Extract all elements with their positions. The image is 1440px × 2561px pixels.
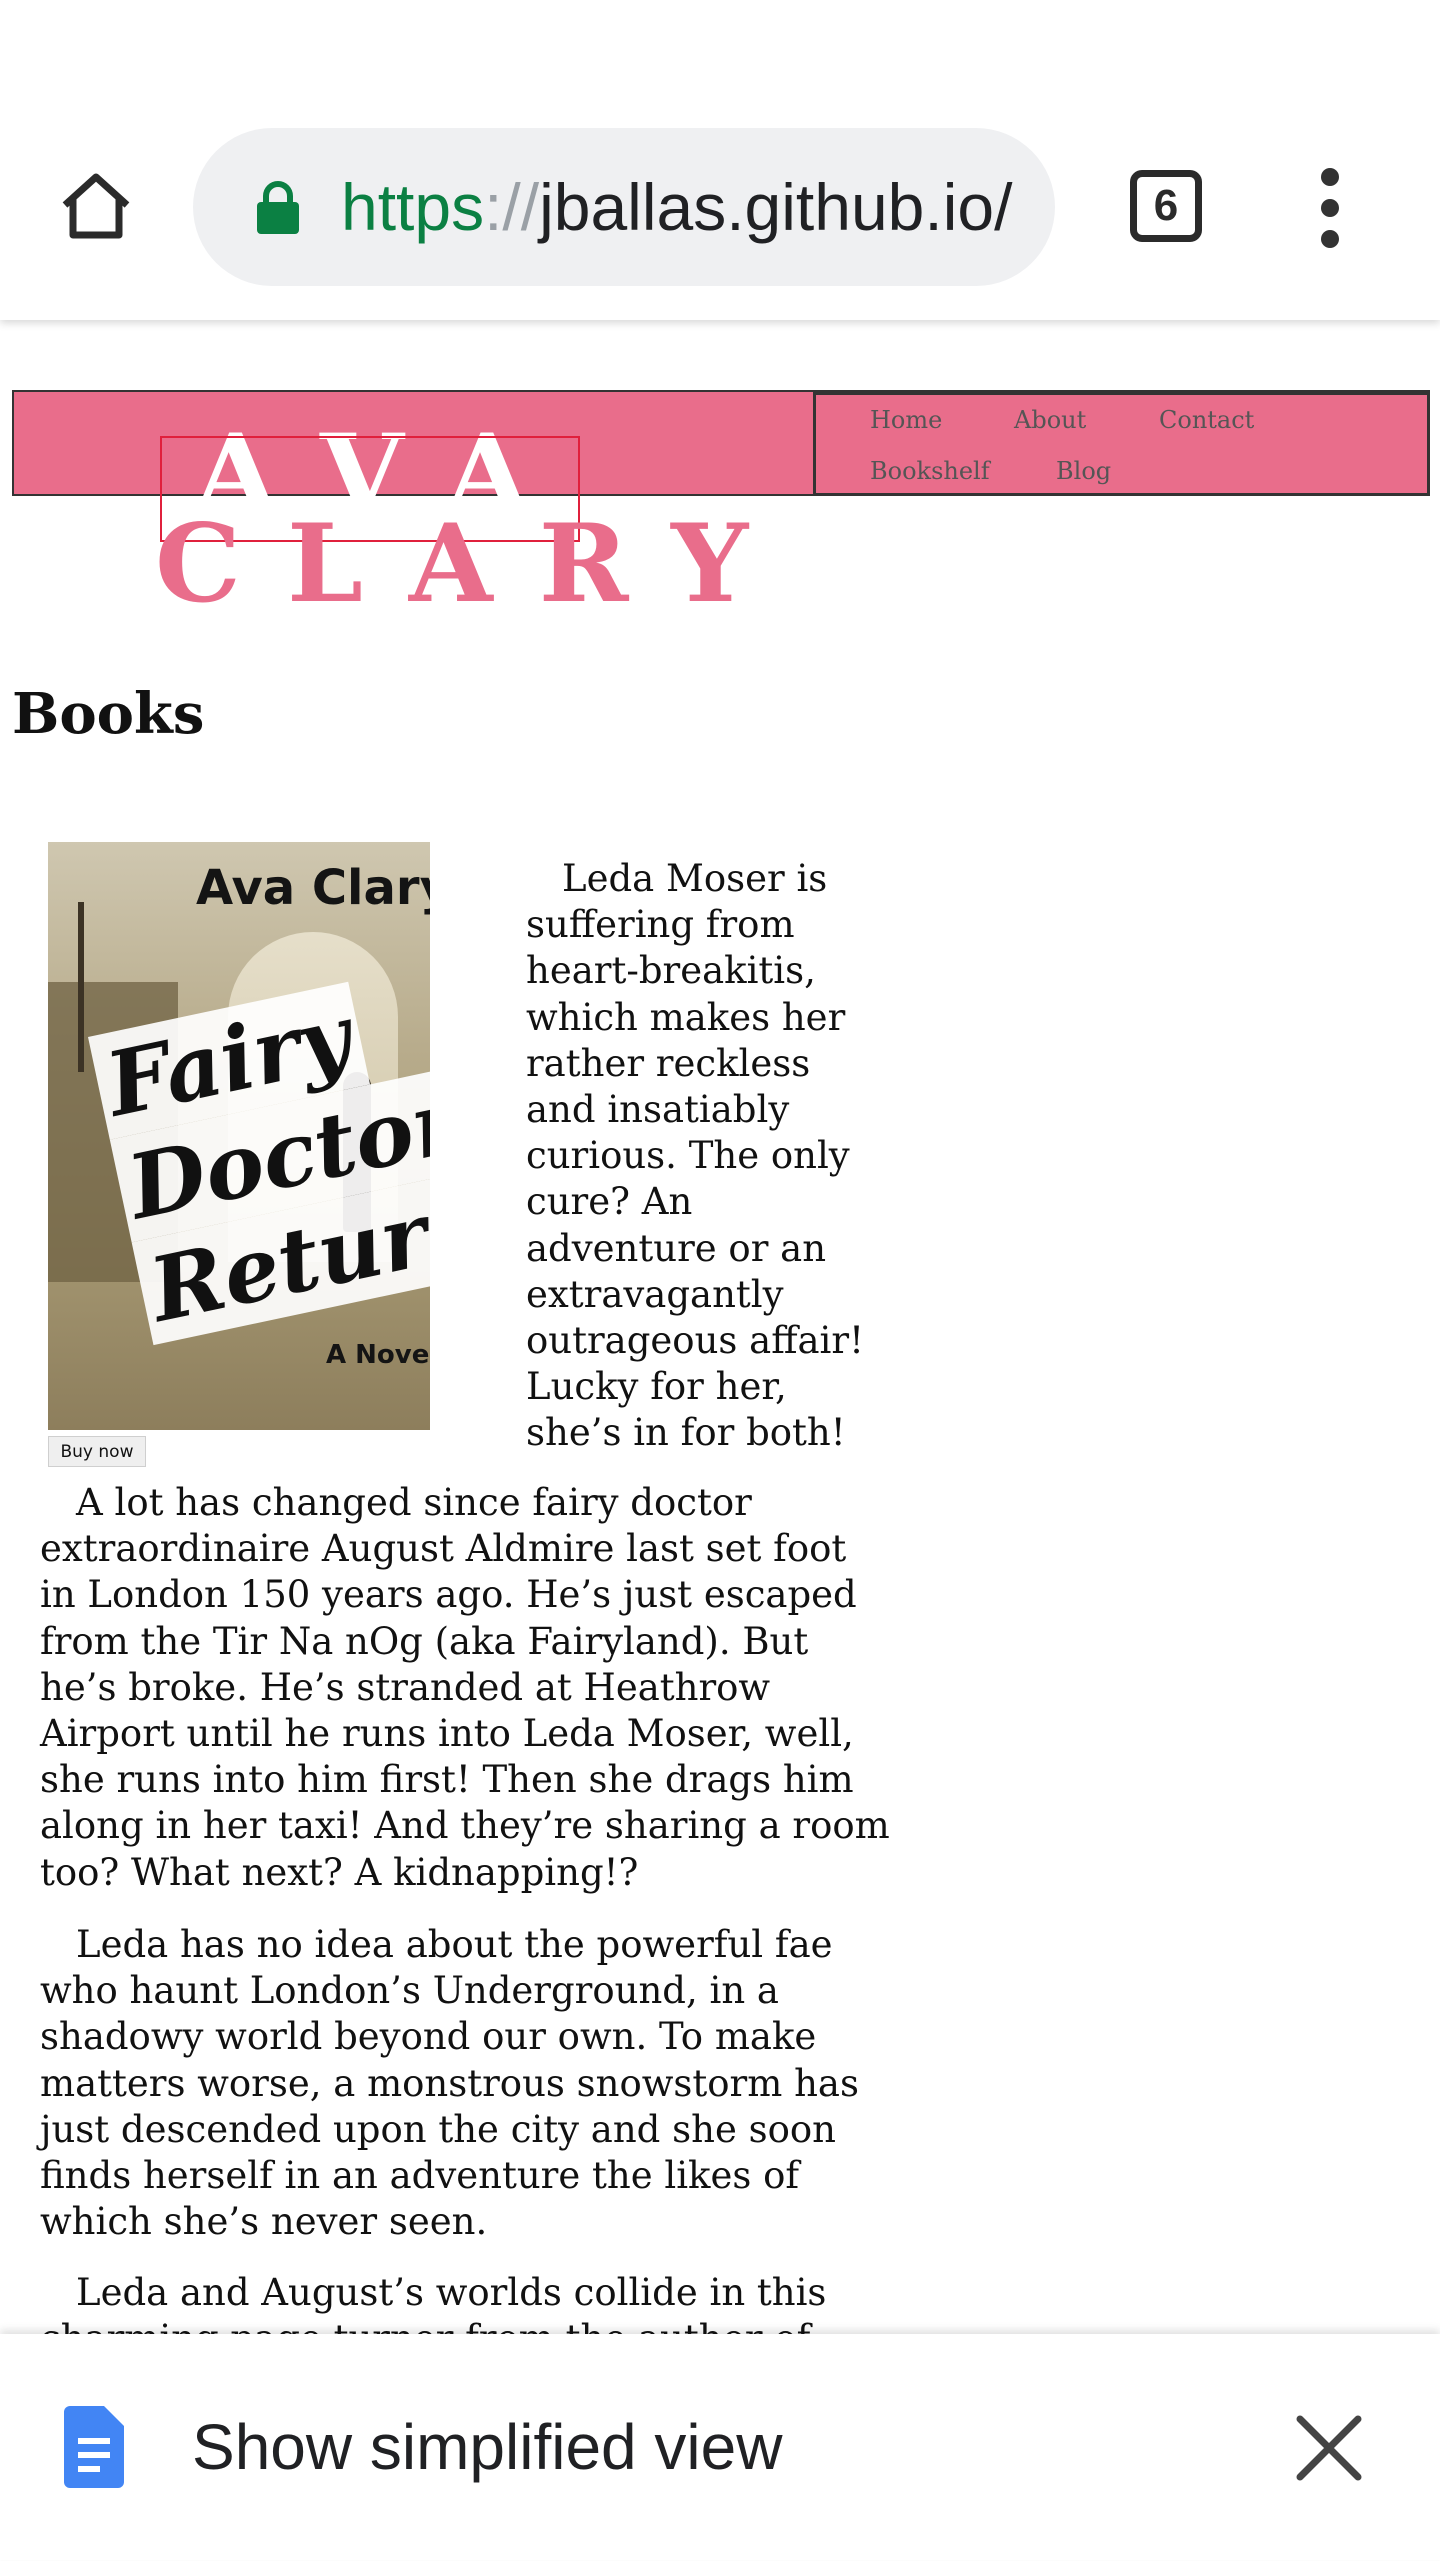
cover-subtitle: A Novel (326, 1340, 430, 1370)
nav-blog[interactable]: Blog (1056, 457, 1111, 485)
simplified-view-infobar: Show simplified view (0, 2334, 1440, 2560)
nav-about[interactable]: About (1014, 406, 1086, 434)
browser-toolbar: https://jballas.github.io/ 6 (0, 0, 1440, 320)
site-nav: Home About Contact Bookshelf Blog (813, 392, 1430, 496)
url-scheme: https (341, 170, 485, 244)
book-description-paragraph: A lot has changed since fairy doctor ext… (40, 1481, 890, 1894)
nav-contact[interactable]: Contact (1159, 406, 1254, 434)
page-title: Books (12, 681, 205, 747)
tab-count: 6 (1153, 181, 1179, 230)
nav-home[interactable]: Home (870, 406, 942, 434)
cover-author: Ava Clary (196, 860, 430, 916)
overflow-menu-icon[interactable] (1300, 168, 1360, 248)
home-button[interactable] (50, 160, 142, 252)
lock-icon (257, 181, 299, 234)
url-text: https://jballas.github.io/ (341, 128, 1055, 286)
url-host: jballas.github.io/ (539, 170, 1013, 244)
document-icon (64, 2406, 124, 2488)
logo-last-name[interactable]: CLARY (155, 510, 794, 618)
show-simplified-view-link[interactable]: Show simplified view (192, 2334, 782, 2560)
close-icon[interactable] (1296, 2335, 1362, 2561)
url-bar[interactable]: https://jballas.github.io/ (193, 128, 1055, 286)
book-description-paragraph: Leda has no idea about the powerful fae … (40, 1923, 859, 2244)
url-separator: :// (484, 170, 540, 244)
buy-now-button[interactable]: Buy now (48, 1436, 146, 1467)
cover-lamp (78, 902, 84, 1072)
nav-bookshelf[interactable]: Bookshelf (870, 457, 990, 485)
cover-title: Fairy Doctor Returns (88, 975, 430, 1346)
home-icon (62, 173, 130, 239)
book-blurb: Leda Moser is suffering from heart-break… (526, 857, 864, 1455)
tab-switcher-button[interactable]: 6 (1130, 170, 1202, 242)
book-cover[interactable]: Ava Clary Fairy Doctor Returns A Novel (48, 842, 430, 1430)
